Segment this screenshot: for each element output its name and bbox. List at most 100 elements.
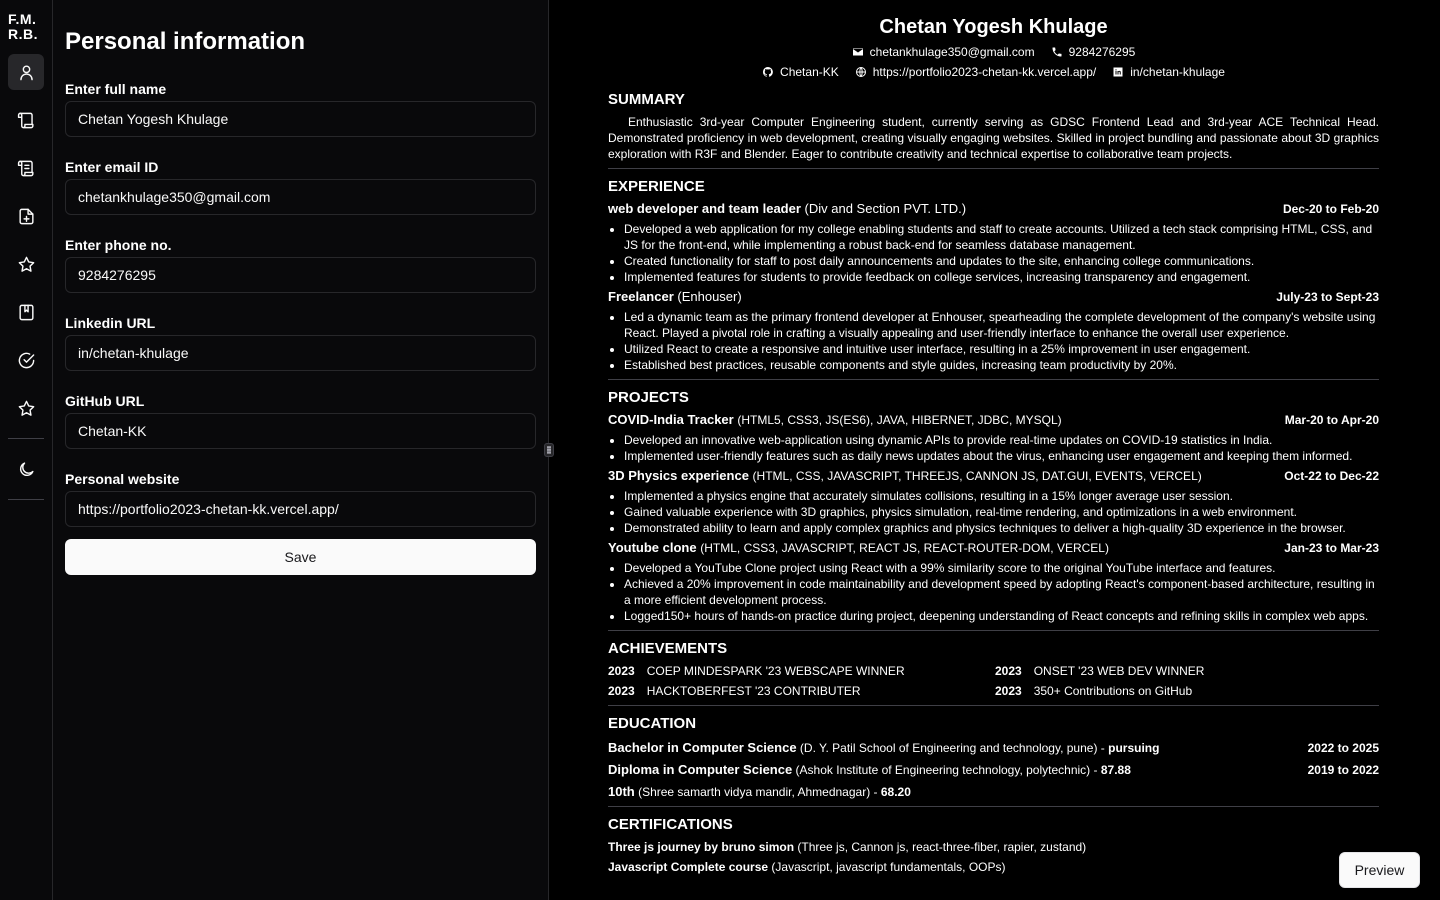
certification-info: Three js journey by bruno simon (Three j… xyxy=(608,839,1086,855)
achievements-grid: 2023 COEP MINDESPARK '23 WEBSCAPE WINNER 2… xyxy=(608,663,1379,699)
bullet-item: Developed an innovative web-application … xyxy=(624,432,1379,448)
education-school: (D. Y. Patil School of Engineering and t… xyxy=(799,741,1098,755)
grip-icon xyxy=(547,446,551,454)
check-circle-icon xyxy=(18,352,34,368)
achievement-year: 2023 xyxy=(995,664,1022,678)
education-info: 10th (Shree samarth vidya mandir, Ahmedn… xyxy=(608,784,911,799)
resume-linkedin[interactable]: in/chetan-khulage xyxy=(1112,64,1225,80)
bullet-item: Established best practices, reusable com… xyxy=(624,357,1379,373)
nav-education[interactable] xyxy=(8,294,44,330)
entry-date: July-23 to Sept-23 xyxy=(1276,290,1379,304)
bullet-item: Created functionality for staff to post … xyxy=(624,253,1379,269)
resume-summary-section: SUMMARY Enthusiastic 3rd-year Computer E… xyxy=(608,90,1379,169)
sidebar: F.M. R.B. xyxy=(0,0,53,900)
bullet-item: Implemented a physics engine that accura… xyxy=(624,488,1379,504)
sidebar-nav xyxy=(8,54,44,500)
field-input[interactable] xyxy=(65,413,536,449)
education-item: Bachelor in Computer Science (D. Y. Pati… xyxy=(608,740,1379,756)
bullet-item: Utilized React to create a responsive an… xyxy=(624,341,1379,357)
entry-header: web developer and team leader (Div and S… xyxy=(608,201,1379,217)
form-field: Enter email ID xyxy=(65,159,536,215)
entry-title: COVID-India Tracker (HTML5, CSS3, JS(ES6… xyxy=(608,412,1062,428)
field-input[interactable] xyxy=(65,179,536,215)
save-button[interactable]: Save xyxy=(65,539,536,575)
file-plus-icon xyxy=(18,208,34,224)
education-degree: Diploma in Computer Science xyxy=(608,762,793,777)
achievement-item: 2023 350+ Contributions on GitHub xyxy=(995,683,1379,699)
education-degree: Bachelor in Computer Science xyxy=(608,740,797,755)
preview-button[interactable]: Preview xyxy=(1339,852,1420,888)
resume-preview: Chetan Yogesh Khulage chetankhulage350@g… xyxy=(608,14,1379,875)
nav-add-section[interactable] xyxy=(8,198,44,234)
nav-skills[interactable] xyxy=(8,390,44,426)
field-label: GitHub URL xyxy=(65,393,145,409)
page-title: Personal information xyxy=(65,28,306,55)
form-field: Personal website xyxy=(65,471,536,527)
field-input[interactable] xyxy=(65,491,536,527)
bullet-item: Developed a web application for my colle… xyxy=(624,221,1379,253)
resume-github[interactable]: Chetan-KK xyxy=(762,64,839,80)
education-list: Bachelor in Computer Science (D. Y. Pati… xyxy=(608,740,1379,800)
education-degree: 10th xyxy=(608,784,635,799)
resume-projects-section: PROJECTS COVID-India Tracker (HTML5, CSS… xyxy=(608,388,1379,631)
certification-item: Javascript Complete course (Javascript, … xyxy=(608,859,1379,875)
app-logo: F.M. R.B. xyxy=(8,11,38,42)
field-input[interactable] xyxy=(65,101,536,137)
section-divider xyxy=(608,630,1379,631)
certifications-list: Three js journey by bruno simon (Three j… xyxy=(608,839,1379,875)
field-label: Enter phone no. xyxy=(65,237,172,253)
education-school: (Shree samarth vidya mandir, Ahmednagar) xyxy=(638,785,871,799)
certification-detail: (Javascript, javascript fundamentals, OO… xyxy=(771,860,1006,874)
sidebar-divider-bottom xyxy=(8,499,44,500)
certification-item: Three js journey by bruno simon (Three j… xyxy=(608,839,1379,855)
education-date: 2019 to 2022 xyxy=(1307,763,1379,777)
bullet-list: Developed a web application for my colle… xyxy=(608,221,1379,285)
scroll-text-icon xyxy=(17,160,34,176)
entry-subtitle: (Enhouser) xyxy=(677,289,742,304)
section-divider xyxy=(608,379,1379,380)
sidebar-divider xyxy=(8,438,44,439)
entry-title-text: COVID-India Tracker xyxy=(608,412,734,427)
field-input[interactable] xyxy=(65,257,536,293)
education-score: 68.20 xyxy=(880,785,911,799)
nav-experience[interactable] xyxy=(8,102,44,138)
nav-personal-info[interactable] xyxy=(8,54,44,90)
achievement-year: 2023 xyxy=(995,684,1022,698)
resume-website[interactable]: https://portfolio2023-chetan-kk.vercel.a… xyxy=(855,64,1096,80)
star-outline-icon xyxy=(18,400,34,416)
certification-info: Javascript Complete course (Javascript, … xyxy=(608,859,1006,875)
bullet-item: Implemented features for students to pro… xyxy=(624,269,1379,285)
entry-title-text: Youtube clone xyxy=(608,540,697,555)
bullet-item: Logged150+ hours of hands-on practice du… xyxy=(624,608,1379,624)
field-input[interactable] xyxy=(65,335,536,371)
theme-toggle[interactable] xyxy=(8,451,44,487)
resume-phone[interactable]: 9284276295 xyxy=(1051,44,1135,60)
achievement-year: 2023 xyxy=(608,664,635,678)
entry-date: Oct-22 to Dec-22 xyxy=(1284,469,1379,483)
resume-email[interactable]: chetankhulage350@gmail.com xyxy=(852,44,1035,60)
achievements-heading: ACHIEVEMENTS xyxy=(608,640,728,657)
bullet-item: Gained valuable experience with 3D graph… xyxy=(624,504,1379,520)
star-icon xyxy=(18,256,34,272)
personal-info-panel: Personal information Enter full name Ente… xyxy=(53,0,549,900)
education-date: 2022 to 2025 xyxy=(1307,741,1379,755)
nav-achievements[interactable] xyxy=(8,246,44,282)
panel-resize-handle[interactable] xyxy=(544,443,554,457)
projects-heading: PROJECTS xyxy=(608,389,689,406)
bullet-item: Achieved a 20% improvement in code maint… xyxy=(624,576,1379,608)
entry-title: 3D Physics experience (HTML, CSS, JAVASC… xyxy=(608,468,1202,484)
resume-email-text: chetankhulage350@gmail.com xyxy=(869,45,1035,59)
achievement-text: 350+ Contributions on GitHub xyxy=(1033,684,1193,698)
achievement-year: 2023 xyxy=(608,684,635,698)
bullet-list: Developed a YouTube Clone project using … xyxy=(608,560,1379,624)
entry-title-text: web developer and team leader xyxy=(608,201,801,216)
field-label: Linkedin URL xyxy=(65,315,156,331)
entry-header: Freelancer (Enhouser) July-23 to Sept-23 xyxy=(608,289,1379,305)
education-school: (Ashok Institute of Engineering technolo… xyxy=(795,763,1091,777)
education-item: Diploma in Computer Science (Ashok Insti… xyxy=(608,762,1379,778)
section-divider xyxy=(608,705,1379,706)
achievement-item: 2023 ONSET '23 WEB DEV WINNER xyxy=(995,663,1379,679)
nav-certifications[interactable] xyxy=(8,342,44,378)
nav-projects[interactable] xyxy=(8,150,44,186)
section-divider xyxy=(608,168,1379,169)
